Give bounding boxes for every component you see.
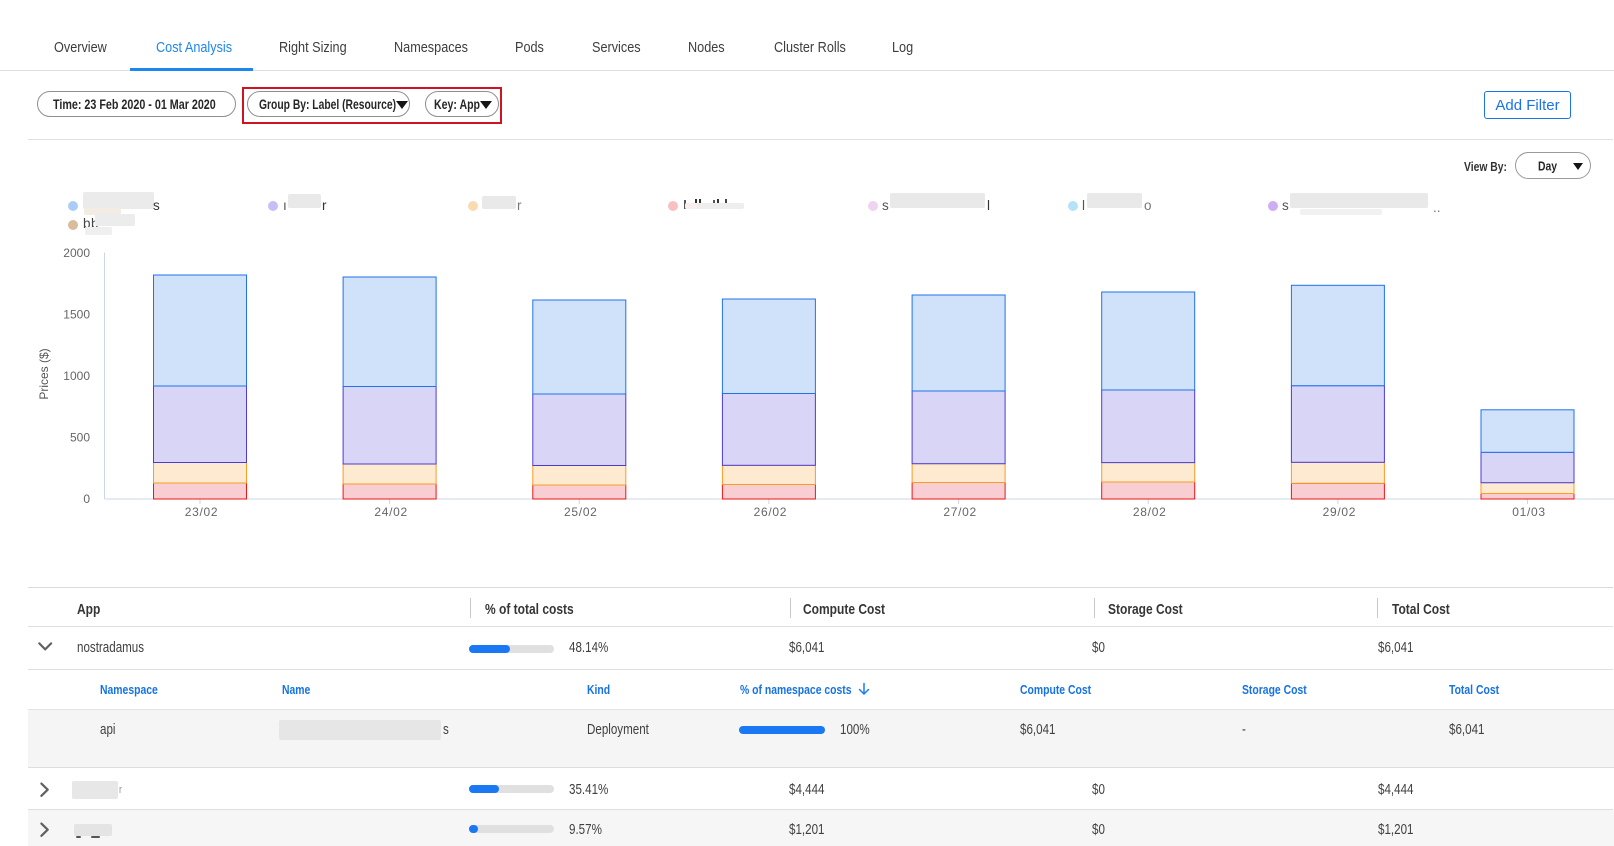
svg-text:29/02: 29/02 (1323, 505, 1357, 519)
svg-text:01/03: 01/03 (1512, 505, 1546, 519)
svg-text:24/02: 24/02 (374, 505, 408, 519)
svg-text:27/02: 27/02 (943, 505, 977, 519)
svg-text:28/02: 28/02 (1133, 505, 1167, 519)
svg-text:1500: 1500 (63, 307, 90, 321)
svg-text:1000: 1000 (63, 369, 90, 383)
svg-text:0: 0 (83, 492, 90, 506)
svg-text:26/02: 26/02 (754, 505, 788, 519)
svg-text:Prices ($): Prices ($) (37, 348, 51, 399)
svg-text:23/02: 23/02 (185, 505, 219, 519)
svg-text:2000: 2000 (63, 246, 90, 260)
svg-text:25/02: 25/02 (564, 505, 598, 519)
svg-text:500: 500 (70, 431, 90, 445)
